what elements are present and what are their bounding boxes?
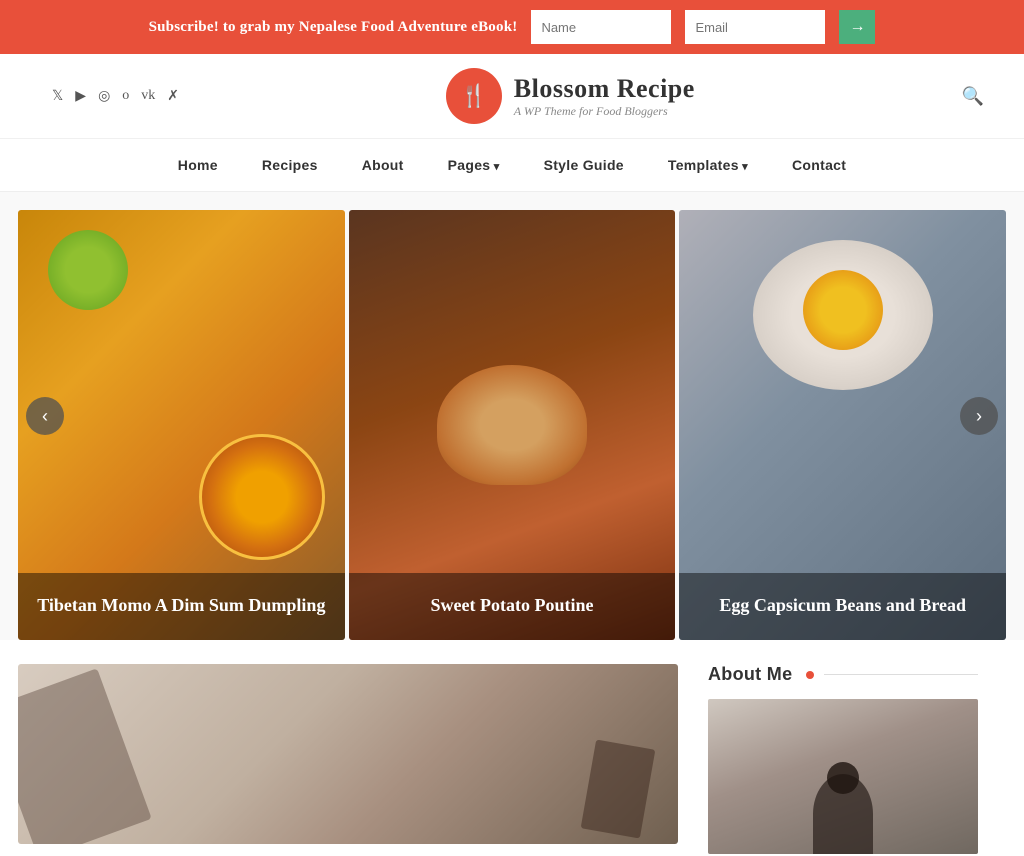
site-title: Blossom Recipe xyxy=(514,74,695,104)
nav-item-recipes[interactable]: Recipes xyxy=(240,139,340,191)
bottom-featured-image xyxy=(18,664,678,844)
bottom-left xyxy=(18,664,678,854)
about-me-title: About Me xyxy=(708,664,792,685)
nav-link-style-guide[interactable]: Style Guide xyxy=(522,139,646,191)
nav-item-style-guide[interactable]: Style Guide xyxy=(522,139,646,191)
social-icons-bar:  𝕏 ▶ ◎ ο vk ✗ xyxy=(40,88,179,105)
logo-text: Blossom Recipe A WP Theme for Food Blogg… xyxy=(514,74,695,119)
bottom-section: About Me xyxy=(0,640,1024,854)
nav-link-templates[interactable]: Templates xyxy=(646,139,770,191)
about-me-header: About Me xyxy=(708,664,978,685)
slide-1-title: Tibetan Momo A Dim Sum Dumpling xyxy=(34,593,329,618)
about-me-dot xyxy=(806,671,814,679)
banner-text: Subscribe! to grab my Nepalese Food Adve… xyxy=(149,19,518,36)
site-subtitle: A WP Theme for Food Bloggers xyxy=(514,104,695,119)
youtube-icon[interactable]: ▶ xyxy=(75,88,86,105)
slide-1-overlay: Tibetan Momo A Dim Sum Dumpling xyxy=(18,573,345,640)
nav-link-about[interactable]: About xyxy=(340,139,426,191)
email-input[interactable] xyxy=(685,10,825,44)
slide-1[interactable]: Tibetan Momo A Dim Sum Dumpling xyxy=(18,210,345,640)
about-me-image xyxy=(708,699,978,854)
nav-link-recipes[interactable]: Recipes xyxy=(240,139,340,191)
vk-icon[interactable]: vk xyxy=(141,88,155,104)
logo[interactable]: 🍴 Blossom Recipe A WP Theme for Food Blo… xyxy=(179,68,962,124)
logo-icon: 🍴 xyxy=(446,68,502,124)
instagram-icon[interactable]: ◎ xyxy=(98,88,110,105)
slider-next-button[interactable]: › xyxy=(960,397,998,435)
slide-2-overlay: Sweet Potato Poutine xyxy=(349,573,676,640)
main-nav: Home Recipes About Pages Style Guide Tem… xyxy=(0,139,1024,192)
slide-3-overlay: Egg Capsicum Beans and Bread xyxy=(679,573,1006,640)
nav-link-pages[interactable]: Pages xyxy=(426,139,522,191)
search-icon[interactable]: 🔍 xyxy=(962,86,984,107)
odnoklassniki-icon[interactable]: ο xyxy=(122,88,129,104)
top-banner: Subscribe! to grab my Nepalese Food Adve… xyxy=(0,0,1024,54)
slide-2[interactable]: Sweet Potato Poutine xyxy=(349,210,676,640)
about-me-sidebar: About Me xyxy=(678,664,978,854)
nav-item-about[interactable]: About xyxy=(340,139,426,191)
header:  𝕏 ▶ ◎ ο vk ✗ 🍴 Blossom Recipe A WP The… xyxy=(0,54,1024,139)
slide-2-title: Sweet Potato Poutine xyxy=(365,593,660,618)
slider: ‹ Tibetan Momo A Dim Sum Dumpling Sweet … xyxy=(0,192,1024,640)
about-me-divider xyxy=(824,674,978,675)
xing-icon[interactable]: ✗ xyxy=(167,88,179,105)
twitter-icon[interactable]: 𝕏 xyxy=(52,88,63,105)
nav-item-contact[interactable]: Contact xyxy=(770,139,868,191)
nav-item-templates[interactable]: Templates xyxy=(646,139,770,191)
slide-3-title: Egg Capsicum Beans and Bread xyxy=(695,593,990,618)
nav-link-home[interactable]: Home xyxy=(156,139,240,191)
slider-prev-button[interactable]: ‹ xyxy=(26,397,64,435)
slide-3[interactable]: Egg Capsicum Beans and Bread xyxy=(679,210,1006,640)
nav-item-home[interactable]: Home xyxy=(156,139,240,191)
name-input[interactable] xyxy=(531,10,671,44)
nav-list: Home Recipes About Pages Style Guide Tem… xyxy=(156,139,868,191)
nav-link-contact[interactable]: Contact xyxy=(770,139,868,191)
subscribe-button[interactable]: → xyxy=(839,10,875,44)
nav-item-pages[interactable]: Pages xyxy=(426,139,522,191)
